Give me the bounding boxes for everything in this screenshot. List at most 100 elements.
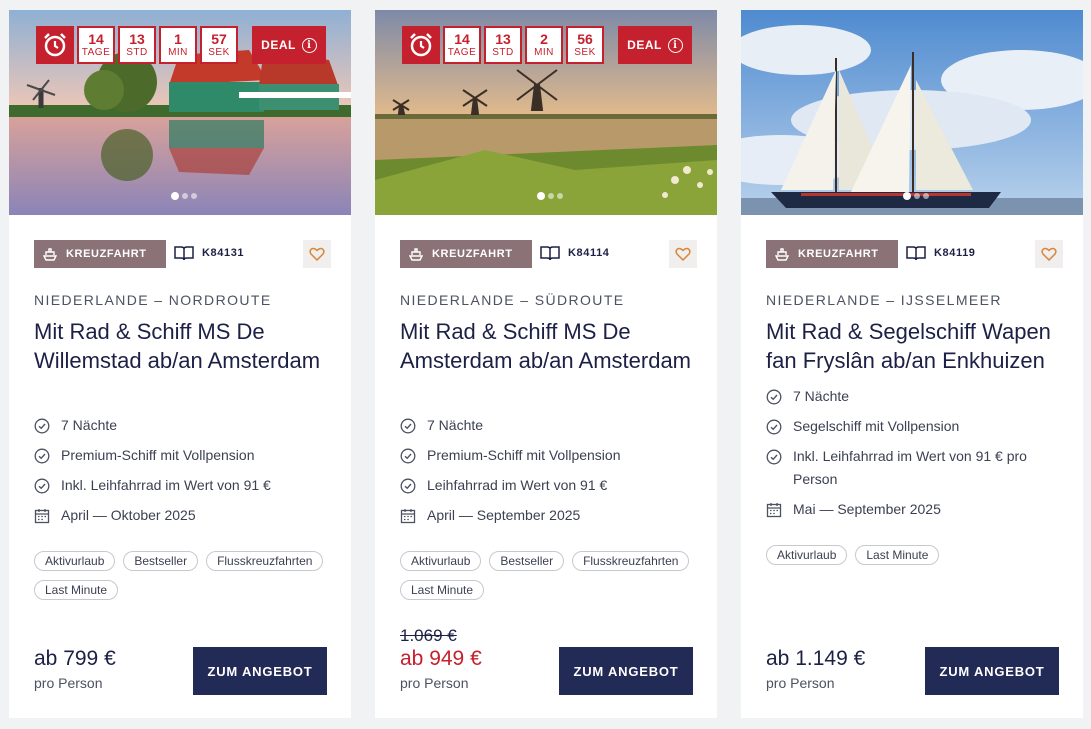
heart-icon	[1041, 247, 1057, 261]
favorite-button[interactable]	[1035, 240, 1063, 268]
book-icon	[540, 246, 560, 261]
trip-code: K84114	[540, 245, 610, 261]
price: ab 799 €	[34, 647, 116, 670]
offer-card[interactable]: 14 TAGE 13 STD 2 MIN 56 SEK DEAL i KREUZFAHRT…	[375, 10, 717, 718]
tag-chip[interactable]: Aktivurlaub	[34, 551, 116, 571]
feature-item: April — Oktober 2025	[34, 504, 334, 527]
tag-list: Aktivurlaub Bestseller Flusskreuzfahrten…	[400, 551, 700, 600]
feature-list: 7 Nächte Premium-Schiff mit Vollpension …	[34, 414, 334, 534]
region-label: NIEDERLANDE – IJSSELMEER	[766, 292, 1002, 308]
favorite-button[interactable]	[669, 240, 697, 268]
trip-code-label: K84131	[202, 247, 245, 259]
offer-image[interactable]: 14 TAGE 13 STD 2 MIN 56 SEK DEAL i	[375, 10, 717, 215]
trip-code-label: K84119	[934, 247, 976, 259]
favorite-button[interactable]	[303, 240, 331, 268]
tag-chip[interactable]: Bestseller	[123, 551, 199, 571]
category-label: KREUZFAHRT	[798, 248, 879, 260]
info-icon[interactable]: i	[667, 37, 683, 53]
carousel-dot[interactable]	[182, 193, 188, 199]
tag-chip[interactable]: Aktivurlaub	[766, 545, 848, 565]
check-circle-icon	[766, 445, 783, 468]
offer-title[interactable]: Mit Rad & Schiff MS De Willemstad ab/an …	[34, 317, 334, 375]
category-label: KREUZFAHRT	[432, 248, 513, 260]
calendar-icon	[400, 504, 417, 527]
price-unit: pro Person	[400, 675, 469, 691]
offer-image[interactable]	[741, 10, 1083, 215]
countdown-days: 14 TAGE	[77, 26, 115, 64]
offer-title[interactable]: Mit Rad & Segelschiff Wapen fan Fryslân …	[766, 317, 1066, 375]
price: ab 1.149 €	[766, 647, 866, 670]
feature-item: 7 Nächte	[400, 414, 700, 437]
trip-code: K84119	[906, 245, 976, 261]
countdown-days: 14 TAGE	[443, 26, 481, 64]
check-circle-icon	[34, 474, 51, 497]
ship-icon	[408, 248, 424, 261]
tag-chip[interactable]: Bestseller	[489, 551, 565, 571]
category-badge: KREUZFAHRT	[34, 240, 166, 268]
offer-button[interactable]: ZUM ANGEBOT	[193, 647, 327, 695]
feature-item: 7 Nächte	[766, 385, 1066, 408]
carousel-dot[interactable]	[903, 192, 911, 200]
countdown-timer: 14 TAGE 13 STD 2 MIN 56 SEK	[402, 26, 604, 64]
tag-chip[interactable]: Last Minute	[855, 545, 940, 565]
countdown-minutes: 1 MIN	[159, 26, 197, 64]
offer-card[interactable]: KREUZFAHRT K84119 NIEDERLANDE – IJSSELME…	[741, 10, 1083, 718]
feature-list: 7 Nächte Segelschiff mit Vollpension Ink…	[766, 385, 1066, 528]
heart-icon	[675, 247, 691, 261]
calendar-icon	[34, 504, 51, 527]
old-price: 1.069 €	[400, 626, 457, 645]
offer-button[interactable]: ZUM ANGEBOT	[559, 647, 693, 695]
countdown-seconds: 56 SEK	[566, 26, 604, 64]
category-label: KREUZFAHRT	[66, 248, 147, 260]
category-badge: KREUZFAHRT	[766, 240, 898, 268]
countdown-seconds: 57 SEK	[200, 26, 238, 64]
price-unit: pro Person	[766, 675, 835, 691]
carousel-dot[interactable]	[923, 193, 929, 199]
tag-chip[interactable]: Flusskreuzfahrten	[572, 551, 690, 571]
carousel-dot[interactable]	[537, 192, 545, 200]
deal-badge[interactable]: DEAL i	[618, 26, 692, 64]
info-icon[interactable]: i	[301, 37, 317, 53]
trip-code: K84131	[174, 245, 244, 261]
carousel-dots[interactable]	[903, 192, 929, 200]
check-circle-icon	[400, 444, 417, 467]
calendar-icon	[766, 498, 783, 521]
deal-badge[interactable]: DEAL i	[252, 26, 326, 64]
carousel-dot[interactable]	[914, 193, 920, 199]
feature-item: Inkl. Leihfahrrad im Wert von 91 € pro P…	[766, 445, 1066, 491]
offer-image[interactable]: 14 TAGE 13 STD 1 MIN 57 SEK DEAL i	[9, 10, 351, 215]
carousel-dots[interactable]	[537, 192, 563, 200]
carousel-dots[interactable]	[171, 192, 197, 200]
tag-chip[interactable]: Last Minute	[400, 580, 485, 600]
offer-button[interactable]: ZUM ANGEBOT	[925, 647, 1059, 695]
carousel-dot[interactable]	[557, 193, 563, 199]
feature-item: April — September 2025	[400, 504, 700, 527]
countdown-hours: 13 STD	[484, 26, 522, 64]
carousel-dot[interactable]	[191, 193, 197, 199]
alarm-clock-icon	[402, 26, 440, 64]
check-circle-icon	[766, 415, 783, 438]
tag-chip[interactable]: Flusskreuzfahrten	[206, 551, 324, 571]
carousel-dot[interactable]	[171, 192, 179, 200]
tag-chip[interactable]: Last Minute	[34, 580, 119, 600]
offer-title[interactable]: Mit Rad & Schiff MS De Amsterdam ab/an A…	[400, 317, 700, 375]
sailing-ship-photo	[741, 10, 1083, 215]
carousel-dot[interactable]	[548, 193, 554, 199]
countdown-timer: 14 TAGE 13 STD 1 MIN 57 SEK	[36, 26, 238, 64]
check-circle-icon	[400, 414, 417, 437]
tag-chip[interactable]: Aktivurlaub	[400, 551, 482, 571]
book-icon	[174, 246, 194, 261]
check-circle-icon	[766, 385, 783, 408]
check-circle-icon	[400, 474, 417, 497]
feature-item: Mai — September 2025	[766, 498, 1066, 521]
countdown-hours: 13 STD	[118, 26, 156, 64]
feature-item: Premium-Schiff mit Vollpension	[400, 444, 700, 467]
check-circle-icon	[34, 414, 51, 437]
heart-icon	[309, 247, 325, 261]
tag-list: Aktivurlaub Bestseller Flusskreuzfahrten…	[34, 551, 334, 600]
alarm-clock-icon	[36, 26, 74, 64]
region-label: NIEDERLANDE – SÜDROUTE	[400, 292, 625, 308]
category-badge: KREUZFAHRT	[400, 240, 532, 268]
offer-card[interactable]: 14 TAGE 13 STD 1 MIN 57 SEK DEAL i KREUZFAHRT…	[9, 10, 351, 718]
feature-item: Inkl. Leihfahrrad im Wert von 91 €	[34, 474, 334, 497]
